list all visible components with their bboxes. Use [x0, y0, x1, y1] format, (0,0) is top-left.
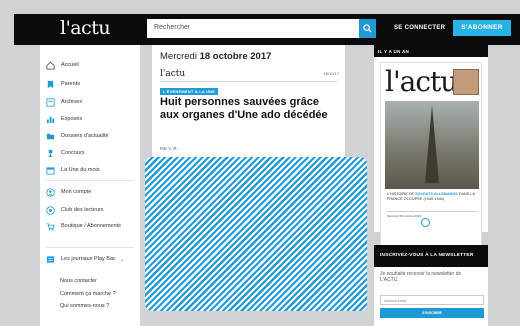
cover-footer: Mercredi 18 octobre 2016	[387, 211, 477, 218]
user-icon	[46, 187, 55, 197]
section-badge: L'ÉVÉNEMENT À LA UNE	[160, 88, 219, 95]
search-button[interactable]	[359, 19, 376, 38]
top-navigation-bar: l'actu Rechercher SE CONNECTER S'ABONNER	[14, 14, 520, 45]
sidebar-item-label: Concours	[61, 150, 85, 156]
sidebar-item-label: Parents	[61, 81, 80, 87]
one-year-ago-panel: IL Y A UN AN l'actu L'HISTOIRE DE SOLDAT…	[374, 45, 488, 257]
sidebar-item-label: Club des lecteurs	[61, 207, 104, 213]
sidebar-divider	[46, 247, 134, 248]
chevron-down-icon: ⌄	[119, 256, 125, 263]
cover-text-highlight: SOLDATS ALLEMANDS	[415, 192, 458, 196]
newsletter-text: Je souhaite recevoir la newsletter de L'…	[380, 271, 462, 283]
sidebar-item-label: Mon compte	[61, 189, 92, 195]
sidebar-item-parents[interactable]: Parents	[46, 78, 80, 90]
search-icon	[363, 24, 372, 33]
email-field[interactable]: Adresse email	[380, 295, 484, 305]
date-prefix: Mercredi	[160, 51, 200, 62]
sidebar-item-dossiers[interactable]: Dossiers d'actualité	[46, 130, 109, 142]
home-icon	[46, 61, 55, 70]
cover-logo: l'actu	[385, 65, 458, 98]
panel-heading: IL Y A UN AN	[374, 45, 488, 57]
issue-short-date: 18/10/17	[323, 71, 339, 76]
sidebar-item-club[interactable]: Club des lecteurs	[46, 204, 104, 216]
cart-icon	[46, 222, 55, 231]
article-headline[interactable]: Huit personnes sauvées grâce aux organes…	[160, 96, 340, 121]
issue-date: Mercredi 18 octobre 2017	[160, 51, 271, 62]
sidebar-item-label: Exposés	[61, 116, 83, 122]
carousel-dot-icon[interactable]	[421, 218, 430, 227]
sidebar-item-label: Les journaux Play Bac	[61, 256, 116, 262]
sidebar-item-journaux[interactable]: Les journaux Play Bac ⌄	[46, 253, 125, 265]
sidebar-item-label: Dossiers d'actualité	[61, 133, 109, 139]
subscribe-button[interactable]: S'ABONNER	[453, 20, 511, 36]
sidebar: Accueil Parents Archives Exposés Dossier…	[40, 45, 140, 326]
sidebar-item-label: Archives	[61, 99, 83, 105]
newspaper-icon	[46, 255, 55, 264]
sidebar-subitem-how-it-works[interactable]: Comment ça marche ?	[60, 291, 116, 297]
newsletter-panel: INSCRIVEZ-VOUS À LA NEWSLETTER Je souhai…	[374, 245, 488, 326]
login-link[interactable]: SE CONNECTER	[394, 25, 445, 31]
sidebar-item-mon-compte[interactable]: Mon compte	[46, 186, 91, 198]
article-image[interactable]	[145, 157, 367, 311]
search-input[interactable]: Rechercher	[147, 19, 359, 38]
sidebar-item-label: Accueil	[61, 62, 79, 68]
sidebar-item-boutique[interactable]: Boutique / Abonnements	[46, 222, 121, 242]
article-byline: Par V. R.	[160, 146, 178, 151]
sidebar-subitem-about[interactable]: Qui sommes-nous ?	[60, 303, 109, 309]
sidebar-item-archives[interactable]: Archives	[46, 96, 82, 108]
site-logo[interactable]: l'actu	[60, 17, 111, 39]
divider	[160, 81, 337, 82]
sidebar-item-concours[interactable]: Concours	[46, 147, 85, 159]
sidebar-item-home[interactable]: Accueil	[46, 59, 79, 71]
sidebar-item-une-du-mois[interactable]: La Une du mois	[46, 164, 100, 176]
article-card[interactable]: Mercredi 18 octobre 2017 l'actu 18/10/17…	[152, 45, 345, 157]
folder-icon	[46, 132, 55, 141]
sidebar-divider	[46, 180, 134, 181]
chart-icon	[46, 115, 55, 124]
calendar-icon	[46, 166, 55, 175]
bookmark-icon	[46, 80, 55, 89]
cover-portrait	[453, 69, 479, 95]
sidebar-item-exposes[interactable]: Exposés	[46, 113, 82, 125]
newsletter-subscribe-button[interactable]: S'INSCRIRE	[380, 308, 484, 318]
archive-cover[interactable]: l'actu L'HISTOIRE DE SOLDATS ALLEMANDS D…	[380, 62, 482, 257]
eiffel-tower-shape	[425, 105, 439, 183]
sidebar-item-label: Boutique / Abonnements	[61, 223, 121, 229]
club-icon	[46, 205, 55, 215]
issue-logo: l'actu	[160, 69, 186, 79]
trophy-icon	[46, 149, 55, 158]
cover-text-prefix: L'HISTOIRE DE	[387, 192, 416, 196]
sidebar-item-label: La Une du mois	[61, 167, 100, 173]
sidebar-subitem-contact[interactable]: Nous contacter	[60, 278, 97, 284]
archive-icon	[46, 97, 55, 107]
cover-headline: L'HISTOIRE DE SOLDATS ALLEMANDS DANS LA …	[387, 192, 479, 201]
date-value: 18 octobre 2017	[199, 51, 272, 62]
newsletter-heading: INSCRIVEZ-VOUS À LA NEWSLETTER	[374, 245, 488, 267]
